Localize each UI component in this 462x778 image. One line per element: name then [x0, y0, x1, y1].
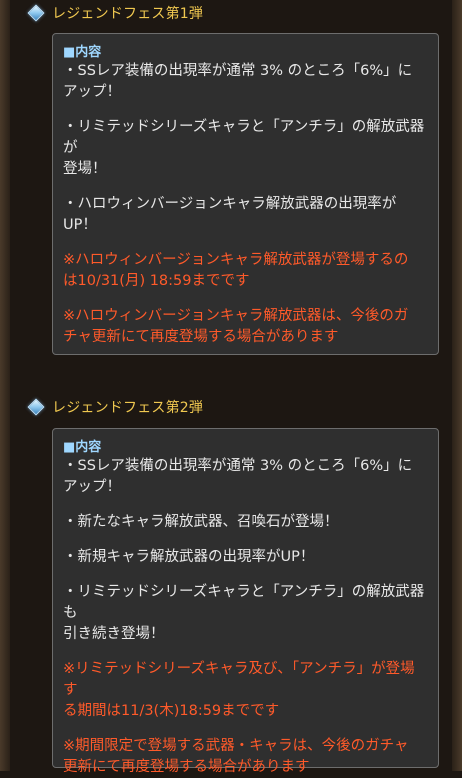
line-2-5: ・リミテッドシリーズキャラと「アンチラ」の解放武器も: [63, 584, 425, 621]
notice-2-2a: ※期間限定で登場する武器・キャラは、今後のガチャ: [63, 738, 409, 754]
box-heading-1: ■内容: [63, 45, 102, 60]
line-1-2: アップ！: [63, 84, 121, 100]
line-1-3: ・リミテッドシリーズキャラと「アンチラ」の解放武器が: [63, 119, 425, 156]
notice-1-2a: ※ハロウィンバージョンキャラ解放武器は、今後のガ: [63, 308, 409, 324]
line-2-2: アップ！: [63, 479, 121, 495]
section-title-1: レジェンドフェス第1弾: [52, 6, 204, 22]
section-header-2: レジェンドフェス第2弾: [27, 396, 204, 418]
line-2-4: ・新規キャラ解放武器の出現率がUP！: [63, 549, 315, 565]
notice-2-2b: 更新にて再度登場する場合があります: [63, 759, 310, 775]
line-1-6: UP！: [63, 217, 97, 233]
notice-2-1a: ※リミテッドシリーズキャラ及び、「アンチラ」が登場す: [63, 661, 415, 698]
section-title-2: レジェンドフェス第2弾: [52, 400, 204, 416]
notice-1-1b: は10/31(月) 18:59までです: [63, 273, 250, 289]
notice-2-1b: る期間は11/3(木)18:59までです: [63, 703, 280, 719]
left-frame: [0, 0, 10, 771]
content-box-1: ■内容 ・SSレア装備の出現率が通常 3% のところ「6%」に アップ！ ・リミ…: [52, 33, 439, 355]
right-frame: [452, 0, 462, 771]
line-1-4: 登場！: [63, 161, 107, 177]
line-1-5: ・ハロウィンバージョンキャラ解放武器の出現率が: [63, 196, 397, 212]
line-2-6: 引き続き登場！: [63, 626, 165, 642]
diamond-icon: [27, 4, 45, 22]
content-box-2: ■内容 ・SSレア装備の出現率が通常 3% のところ「6%」に アップ！ ・新た…: [52, 428, 439, 775]
notice-1-1a: ※ハロウィンバージョンキャラ解放武器が登場するの: [63, 252, 409, 268]
section-header-1: レジェンドフェス第1弾: [27, 2, 204, 24]
box-heading-2: ■内容: [63, 440, 102, 455]
notice-1-2b: チャ更新にて再度登場する場合があります: [63, 329, 339, 345]
line-2-1: ・SSレア装備の出現率が通常 3% のところ「6%」に: [63, 458, 413, 474]
diamond-icon: [27, 398, 45, 416]
line-2-3: ・新たなキャラ解放武器、召喚石が登場！: [63, 514, 339, 530]
line-1-1: ・SSレア装備の出現率が通常 3% のところ「6%」に: [63, 63, 413, 79]
